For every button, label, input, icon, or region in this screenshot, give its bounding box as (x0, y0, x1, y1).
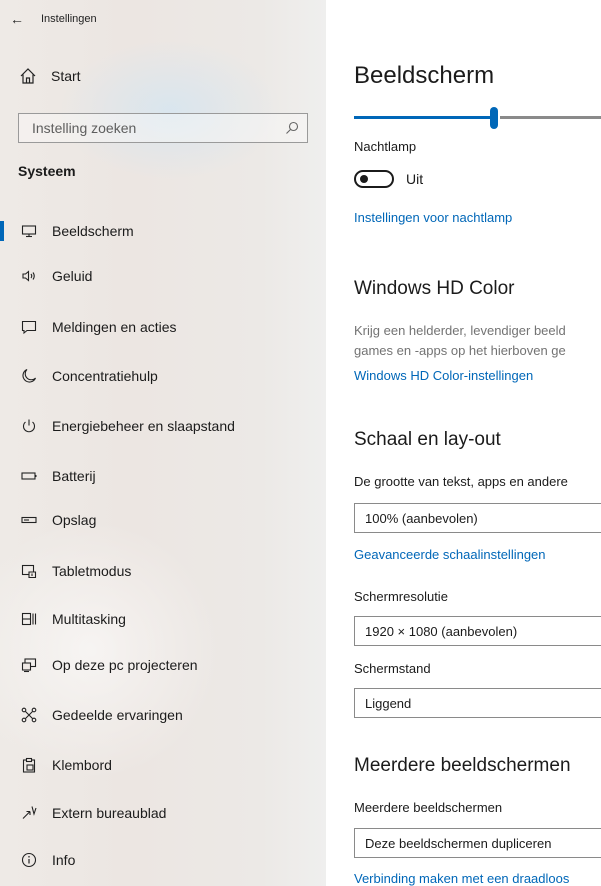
slider-track (500, 116, 601, 119)
sidebar-item-energiebeheer[interactable]: Energiebeheer en slaapstand (0, 408, 326, 444)
sidebar-item-beeldscherm[interactable]: Beeldscherm (0, 213, 326, 249)
orientation-label: Schermstand (354, 661, 431, 676)
tablet-mode-icon (20, 562, 38, 580)
sidebar-item-multitasking[interactable]: Multitasking (0, 601, 326, 637)
resolution-label: Schermresolutie (354, 589, 448, 604)
brightness-slider[interactable] (354, 107, 601, 129)
scale-layout-heading: Schaal en lay-out (354, 429, 501, 450)
sidebar-item-geluid[interactable]: Geluid (0, 258, 326, 294)
night-light-toggle[interactable] (354, 170, 394, 188)
hd-color-heading: Windows HD Color (354, 278, 515, 299)
sidebar-item-batterij[interactable]: Batterij (0, 458, 326, 494)
shared-experiences-icon (20, 706, 38, 724)
home-label: Start (51, 68, 81, 84)
night-light-label: Nachtlamp (354, 139, 417, 154)
sidebar-item-opslag[interactable]: Opslag (0, 502, 326, 538)
sidebar-item-tabletmodus[interactable]: Tabletmodus (0, 553, 326, 589)
sidebar-item-label: Tabletmodus (52, 563, 132, 579)
sidebar-item-projecteren[interactable]: Op deze pc projecteren (0, 647, 326, 683)
clipboard-icon (20, 756, 38, 774)
toggle-knob (360, 175, 368, 183)
power-icon (20, 417, 38, 435)
back-arrow-icon[interactable]: ← (7, 11, 27, 27)
orientation-dropdown-value: Liggend (365, 695, 412, 711)
scale-dropdown-value: 100% (aanbevolen) (365, 510, 478, 526)
text-size-label: De grootte van tekst, apps en andere (354, 474, 568, 489)
toggle-state: Uit (406, 171, 424, 187)
scale-dropdown[interactable]: 100% (aanbevolen) (354, 503, 601, 533)
sidebar-item-info[interactable]: Info (0, 842, 326, 878)
home-link[interactable]: Start (0, 64, 81, 88)
resolution-dropdown[interactable]: 1920 × 1080 (aanbevolen) (354, 616, 601, 646)
resolution-dropdown-value: 1920 × 1080 (aanbevolen) (365, 623, 518, 639)
wireless-display-link[interactable]: Verbinding maken met een draadloos (354, 871, 569, 886)
sidebar-item-label: Multitasking (52, 611, 126, 627)
sidebar-item-label: Meldingen en acties (52, 319, 177, 335)
title-bar: ← Instellingen (0, 8, 97, 30)
sidebar-item-label: Batterij (52, 468, 96, 484)
speaker-icon (20, 267, 38, 285)
sidebar-item-concentratiehulp[interactable]: Concentratiehulp (0, 358, 326, 394)
night-light-settings-link[interactable]: Instellingen voor nachtlamp (354, 210, 512, 225)
storage-icon (20, 511, 38, 529)
slider-fill (354, 116, 494, 119)
sidebar-item-label: Concentratiehulp (52, 368, 158, 384)
sidebar-item-klembord[interactable]: Klembord (0, 747, 326, 783)
sidebar-item-extern-bureaublad[interactable]: Extern bureaublad (0, 795, 326, 831)
sidebar-item-label: Op deze pc projecteren (52, 657, 198, 673)
monitor-icon (20, 222, 38, 240)
search-icon (286, 121, 299, 134)
sidebar-item-label: Info (52, 852, 76, 868)
slider-thumb[interactable] (490, 107, 498, 129)
multiple-displays-heading: Meerdere beeldschermen (354, 755, 571, 776)
hd-color-description-line-1: Krijg een helderder, levendiger beeld (354, 323, 566, 338)
multiple-displays-dropdown[interactable]: Deze beeldschermen dupliceren (354, 828, 601, 858)
content-pane: Beeldscherm Nachtlamp Uit Instellingen v… (326, 0, 601, 886)
info-icon (20, 851, 38, 869)
sidebar-item-label: Energiebeheer en slaapstand (52, 418, 235, 434)
selection-indicator (0, 221, 4, 241)
sidebar-item-label: Klembord (52, 757, 112, 773)
moon-icon (20, 367, 38, 385)
remote-desktop-icon (20, 804, 38, 822)
sidebar-item-label: Geluid (52, 268, 93, 284)
multiple-displays-dropdown-value: Deze beeldschermen dupliceren (365, 835, 552, 851)
multitasking-icon (20, 610, 38, 628)
sidebar: ← Instellingen Start Instelling zoeken S… (0, 0, 326, 886)
sidebar-item-label: Extern bureaublad (52, 805, 167, 821)
multiple-displays-label: Meerdere beeldschermen (354, 800, 503, 815)
app-title: Instellingen (41, 13, 97, 25)
night-light-toggle-row[interactable]: Uit (354, 168, 423, 190)
sidebar-item-label: Opslag (52, 512, 97, 528)
search-placeholder: Instelling zoeken (32, 120, 137, 136)
hd-color-settings-link[interactable]: Windows HD Color-instellingen (354, 368, 533, 383)
battery-icon (20, 467, 38, 485)
sidebar-item-label: Beeldscherm (52, 223, 134, 239)
sidebar-item-gedeelde-ervaringen[interactable]: Gedeelde ervaringen (0, 697, 326, 733)
section-heading: Systeem (18, 163, 76, 179)
advanced-scaling-link[interactable]: Geavanceerde schaalinstellingen (354, 547, 546, 562)
search-input[interactable]: Instelling zoeken (18, 113, 308, 143)
page-title: Beeldscherm (354, 62, 495, 89)
sidebar-item-meldingen[interactable]: Meldingen en acties (0, 309, 326, 345)
home-icon (20, 68, 36, 84)
orientation-dropdown[interactable]: Liggend (354, 688, 601, 718)
sidebar-item-label: Gedeelde ervaringen (52, 707, 183, 723)
hd-color-description-line-2: games en -apps op het hierboven ge (354, 343, 566, 358)
notification-icon (20, 318, 38, 336)
project-icon (20, 656, 38, 674)
